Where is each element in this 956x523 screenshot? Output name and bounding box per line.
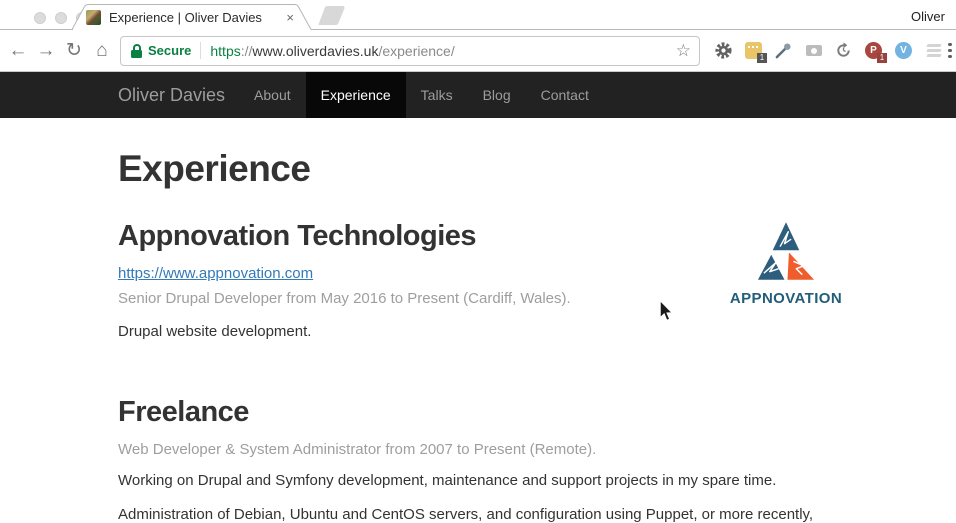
nav-item-blog[interactable]: Blog	[468, 72, 526, 118]
tab-close-icon[interactable]: ×	[286, 10, 294, 25]
job-description: Drupal website development.	[118, 322, 856, 342]
url-path: /experience/	[378, 43, 454, 59]
nav-item-contact[interactable]: Contact	[526, 72, 604, 118]
job-meta: Web Developer & System Administrator fro…	[118, 441, 856, 458]
chrome-profile-name[interactable]: Oliver	[911, 9, 945, 24]
appnovation-logo-text: APPNOVATION	[727, 290, 845, 307]
nav-item-talks[interactable]: Talks	[406, 72, 468, 118]
session-extension-icon[interactable]: P 1	[863, 40, 884, 61]
appnovation-logo-icon	[732, 220, 840, 282]
secure-label: Secure	[148, 43, 191, 58]
company-link[interactable]: https://www.appnovation.com	[118, 265, 313, 282]
tab-strip: Experience | Oliver Davies × Oliver	[0, 0, 956, 30]
navbar-brand[interactable]: Oliver Davies	[118, 72, 225, 118]
tab-favicon-avatar	[86, 10, 101, 25]
job-description: Administration of Debian, Ubuntu and Cen…	[118, 505, 856, 523]
bookmark-star-icon[interactable]: ☆	[676, 41, 691, 61]
mouse-cursor	[658, 300, 674, 322]
chrome-menu-icon[interactable]	[948, 43, 952, 59]
appnovation-logo: APPNOVATION	[727, 220, 845, 307]
video-extension-icon[interactable]: V	[893, 40, 914, 61]
url-text[interactable]: https://www.oliverdavies.uk/experience/	[210, 43, 454, 59]
job-heading: Freelance	[118, 396, 856, 429]
job-section-freelance: Freelance Web Developer & System Adminis…	[118, 396, 856, 523]
secure-lock-icon	[131, 44, 142, 58]
omnibox-divider	[200, 42, 201, 59]
home-icon[interactable]: ⌂	[88, 40, 116, 62]
page-content: Experience Appnovation Technologies http…	[0, 118, 956, 523]
url-separator: ://	[241, 43, 253, 59]
nav-item-experience[interactable]: Experience	[306, 72, 406, 118]
page-title: Experience	[118, 148, 856, 190]
extension-area: 1 P 1 V	[713, 40, 944, 61]
job-section-appnovation: Appnovation Technologies https://www.app…	[118, 220, 856, 342]
camera-extension-icon[interactable]	[803, 40, 824, 61]
forward-icon[interactable]: →	[32, 40, 60, 62]
gear-extension-icon[interactable]	[713, 40, 734, 61]
tab-title: Experience | Oliver Davies	[109, 10, 262, 25]
nav-item-about[interactable]: About	[239, 72, 306, 118]
new-tab-button[interactable]	[316, 6, 346, 26]
url-host: www.oliverdavies.uk	[252, 43, 378, 59]
extension-badge: 1	[757, 53, 767, 63]
layers-extension-icon[interactable]	[923, 40, 944, 61]
extension-badge: 1	[877, 53, 887, 63]
browser-window: Experience | Oliver Davies × Oliver ← → …	[0, 0, 956, 523]
highlighter-extension-icon[interactable]: 1	[743, 40, 764, 61]
video-extension-letter: V	[895, 42, 912, 59]
reload-icon[interactable]: ↻	[60, 39, 88, 62]
job-description: Working on Drupal and Symfony developmen…	[118, 471, 856, 491]
back-icon[interactable]: ←	[4, 40, 32, 62]
history-extension-icon[interactable]	[833, 40, 854, 61]
active-tab[interactable]: Experience | Oliver Davies ×	[86, 4, 308, 30]
site-navbar: Oliver Davies About Experience Talks Blo…	[0, 72, 956, 118]
url-scheme: https	[210, 43, 240, 59]
address-bar[interactable]: Secure https://www.oliverdavies.uk/exper…	[120, 36, 700, 66]
eyedropper-extension-icon[interactable]	[773, 40, 794, 61]
browser-toolbar: ← → ↻ ⌂ Secure https://www.oliverdavies.…	[0, 30, 956, 72]
